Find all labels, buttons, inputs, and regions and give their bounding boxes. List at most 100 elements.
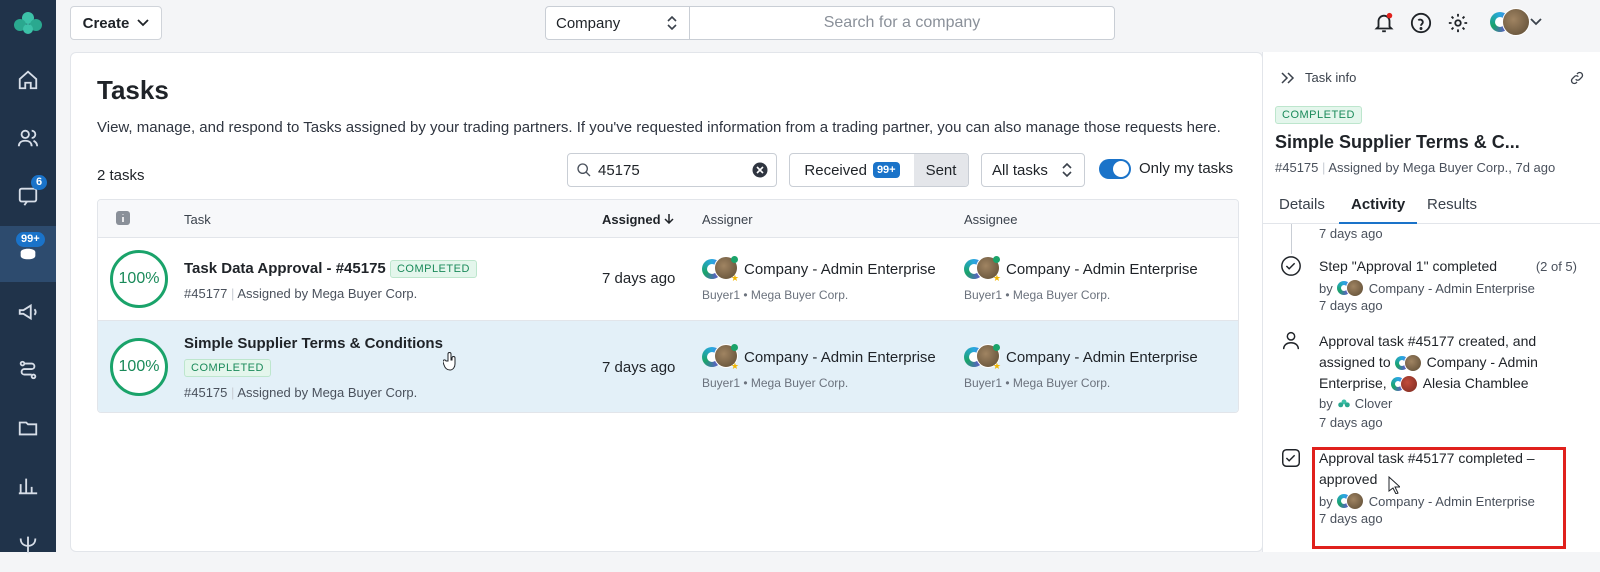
help-icon[interactable] <box>1409 11 1433 35</box>
event-step-text: Step "Approval 1" completed <box>1319 258 1498 274</box>
avatar: ★ <box>702 344 739 371</box>
task-assigned-by: Assigned by Mega Buyer Corp. <box>237 286 418 301</box>
tasks-icon[interactable]: 99+ <box>0 226 56 282</box>
status-badge: COMPLETED <box>184 359 271 377</box>
panel-assigned-by: Assigned by Mega Buyer Corp., 7d ago <box>1328 160 1556 175</box>
task-search-input[interactable]: 45175 <box>567 153 777 187</box>
panel-title: Simple Supplier Terms & C... <box>1275 132 1520 152</box>
table-row[interactable]: 100% Task Data Approval - #45175 COMPLET… <box>98 238 1238 321</box>
trident-icon[interactable] <box>0 516 56 572</box>
header-assignee[interactable]: Assignee <box>964 212 1017 227</box>
received-label: Received <box>804 161 867 179</box>
header-assigned[interactable]: Assigned <box>602 212 674 227</box>
assigner[interactable]: ★ Company - Admin Enterprise <box>702 256 936 283</box>
assigner-name: Company - Admin Enterprise <box>744 260 936 278</box>
panel-status: COMPLETED <box>1275 106 1362 124</box>
users-icon[interactable] <box>0 110 56 166</box>
user-avatar <box>1490 8 1530 36</box>
event-text: Step "Approval 1" completed (2 of 5) <box>1319 256 1579 277</box>
messages-icon[interactable]: 6 <box>0 168 56 224</box>
panel-meta: #45175 | Assigned by Mega Buyer Corp., 7… <box>1275 160 1556 175</box>
link-icon[interactable] <box>1569 70 1585 86</box>
scope-select-value: Company <box>556 14 621 32</box>
create-label: Create <box>82 14 130 32</box>
event-actor: Company - Admin Enterprise <box>1368 280 1535 296</box>
sent-label: Sent <box>925 161 957 179</box>
event-text: Approval task #45177 created, and <box>1319 333 1537 349</box>
task-search-value: 45175 <box>598 161 640 179</box>
scope-select[interactable]: Company <box>546 7 690 39</box>
task-meta: #45177 | Assigned by Mega Buyer Corp. <box>184 286 418 301</box>
avatar: ★ <box>964 256 1001 283</box>
assigner[interactable]: ★ Company - Admin Enterprise <box>702 344 936 371</box>
gear-icon[interactable] <box>1446 11 1470 35</box>
folder-icon[interactable] <box>0 400 56 456</box>
event-time: 7 days ago <box>1319 226 1383 241</box>
assignee[interactable]: ★ Company - Admin Enterprise <box>964 344 1198 371</box>
assignee[interactable]: ★ Company - Admin Enterprise <box>964 256 1198 283</box>
table-header: Task Assigned Assigner Assignee <box>98 200 1238 238</box>
check-circle-icon <box>1279 254 1303 278</box>
only-my-tasks-toggle[interactable] <box>1099 159 1131 179</box>
tab-activity[interactable]: Activity <box>1338 196 1418 224</box>
received-tab[interactable]: Received 99+ <box>790 154 914 186</box>
table-row[interactable]: 100% Simple Supplier Terms & Conditions … <box>98 321 1238 412</box>
event-actor: Company - Admin <box>1426 354 1538 370</box>
highlight-box <box>1312 447 1566 549</box>
event-text-part: assigned to <box>1319 354 1391 370</box>
task-name[interactable]: Task Data Approval - #45175 COMPLETED <box>184 260 477 279</box>
task-count: 2 tasks <box>97 167 145 184</box>
tab-results[interactable]: Results <box>1427 196 1477 213</box>
tasks-badge: 99+ <box>16 232 45 247</box>
megaphone-icon[interactable] <box>0 284 56 340</box>
by-label: by <box>1319 396 1333 411</box>
arrow-down-icon <box>664 214 674 225</box>
task-filter-select[interactable]: All tasks <box>981 153 1085 187</box>
task-id: #45175 <box>184 385 228 400</box>
home-icon[interactable] <box>0 52 56 108</box>
received-badge: 99+ <box>872 162 900 178</box>
panel-header: Task info <box>1281 70 1356 85</box>
hand-cursor-icon <box>443 352 456 371</box>
updown-chevron-icon <box>1062 163 1072 177</box>
task-id: #45177 <box>184 286 228 301</box>
event-time: 7 days ago <box>1319 298 1383 313</box>
user-menu[interactable] <box>1490 8 1542 36</box>
assigner-sub: Buyer1 • Mega Buyer Corp. <box>702 376 849 390</box>
event-text: Enterprise, Alesia Chamblee <box>1319 373 1529 394</box>
event-actor: Alesia Chamblee <box>1422 375 1529 391</box>
clover-logo-icon[interactable] <box>0 0 56 46</box>
progress-ring: 100% <box>110 250 168 308</box>
clear-icon[interactable] <box>752 162 768 178</box>
event-by: by Clover <box>1319 396 1392 411</box>
analytics-icon[interactable] <box>0 458 56 514</box>
avatar <box>1394 353 1423 373</box>
status-badge: COMPLETED <box>1275 106 1362 124</box>
bell-icon[interactable] <box>1372 11 1396 35</box>
panel-id: #45175 <box>1275 160 1319 175</box>
page-description: View, manage, and respond to Tasks assig… <box>97 119 1221 136</box>
avatar <box>1390 374 1419 394</box>
search-icon <box>577 163 591 177</box>
avatar: ★ <box>964 344 1001 371</box>
company-search-input[interactable]: Search for a company <box>690 7 1114 39</box>
task-name[interactable]: Simple Supplier Terms & Conditions <box>184 335 443 352</box>
task-name-text: Task Data Approval - #45175 <box>184 260 386 277</box>
event-text: assigned to Company - Admin <box>1319 352 1538 373</box>
checkbox-icon <box>1279 446 1303 470</box>
event-step-count: (2 of 5) <box>1535 259 1577 274</box>
collapse-icon[interactable] <box>1281 71 1295 84</box>
create-button[interactable]: Create <box>70 6 162 40</box>
only-my-tasks-label: Only my tasks <box>1139 160 1234 177</box>
header-task[interactable]: Task <box>184 212 211 227</box>
info-icon[interactable] <box>116 211 130 228</box>
header-assigner[interactable]: Assigner <box>702 212 753 227</box>
workflow-icon[interactable] <box>0 342 56 398</box>
tab-details[interactable]: Details <box>1279 196 1325 213</box>
assigned-time: 7 days ago <box>602 270 676 287</box>
sent-tab[interactable]: Sent <box>914 154 968 186</box>
by-label: by <box>1319 280 1333 296</box>
clover-logo-icon <box>1337 398 1350 407</box>
status-badge: COMPLETED <box>389 260 477 279</box>
task-assigned-by: Assigned by Mega Buyer Corp. <box>237 385 418 400</box>
